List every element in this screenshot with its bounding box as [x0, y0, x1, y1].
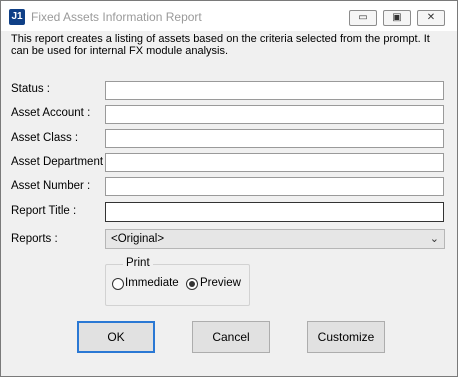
minimize-button[interactable]: ▭ — [349, 10, 377, 26]
app-icon: J1 — [9, 9, 25, 25]
status-input[interactable] — [105, 81, 444, 100]
close-button[interactable]: ✕ — [417, 10, 445, 26]
asset-department-input[interactable] — [105, 153, 444, 172]
window-title: Fixed Assets Information Report — [31, 10, 202, 24]
restore-button[interactable]: ▣ — [383, 10, 411, 26]
print-group-legend: Print — [123, 257, 153, 269]
reports-dropdown[interactable]: <Original> ⌄ — [105, 229, 445, 249]
asset-number-label: Asset Number : — [11, 180, 91, 192]
reports-label: Reports : — [11, 233, 58, 245]
immediate-radio-label[interactable]: Immediate — [125, 277, 179, 289]
report-title-input[interactable] — [105, 202, 444, 222]
fixed-assets-report-dialog: J1 Fixed Assets Information Report ▭ ▣ ✕… — [0, 0, 458, 377]
minimize-icon: ▭ — [358, 12, 368, 23]
asset-class-label: Asset Class : — [11, 132, 79, 144]
report-description: This report creates a listing of assets … — [11, 33, 430, 57]
close-icon: ✕ — [426, 12, 436, 23]
asset-number-input[interactable] — [105, 177, 444, 196]
asset-class-input[interactable] — [105, 129, 444, 148]
preview-radio[interactable] — [186, 278, 198, 290]
cancel-button[interactable]: Cancel — [192, 321, 270, 353]
restore-icon: ▣ — [392, 12, 402, 23]
asset-account-input[interactable] — [105, 105, 444, 124]
immediate-radio[interactable] — [112, 278, 124, 290]
chevron-down-icon: ⌄ — [429, 233, 439, 245]
ok-button[interactable]: OK — [77, 321, 155, 353]
report-title-label: Report Title : — [11, 205, 77, 217]
reports-selected-value: <Original> — [111, 233, 165, 245]
preview-radio-label[interactable]: Preview — [200, 277, 241, 289]
asset-department-label: Asset Department : — [11, 156, 110, 168]
customize-button[interactable]: Customize — [307, 321, 385, 353]
asset-account-label: Asset Account : — [11, 107, 91, 119]
title-bar: J1 Fixed Assets Information Report ▭ ▣ ✕ — [1, 1, 457, 31]
status-label: Status : — [11, 83, 50, 95]
